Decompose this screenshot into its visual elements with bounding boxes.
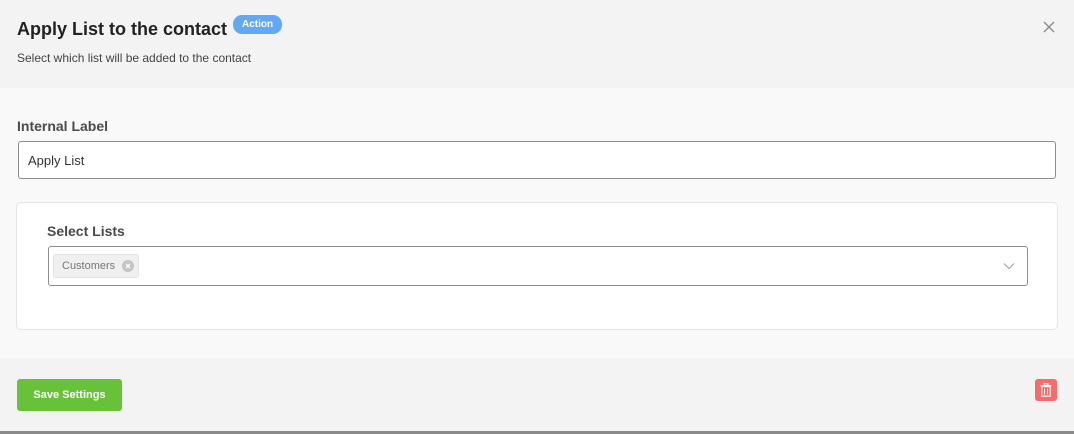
- tag-label: Customers: [62, 260, 116, 272]
- modal-footer: Save Settings: [0, 358, 1074, 431]
- modal-title: Apply List to the contact: [17, 19, 228, 39]
- action-badge: Action: [233, 15, 283, 34]
- chevron-down-icon[interactable]: [1003, 260, 1015, 272]
- select-lists-dropdown[interactable]: Customers: [48, 246, 1028, 286]
- selected-tag-customers: Customers: [53, 254, 140, 278]
- tag-remove-icon[interactable]: [122, 260, 135, 272]
- select-lists-panel: Select Lists Customers: [16, 202, 1058, 330]
- title-row: Apply List to the contact Action: [17, 15, 283, 43]
- internal-label-heading: Internal Label: [17, 118, 109, 134]
- modal-subtitle: Select which list will be added to the c…: [17, 51, 252, 65]
- select-lists-heading: Select Lists: [47, 223, 125, 239]
- trash-icon: [1040, 383, 1052, 397]
- delete-button[interactable]: [1035, 379, 1057, 401]
- internal-label-input[interactable]: [18, 141, 1056, 179]
- modal-header: Apply List to the contact Action Select …: [0, 0, 1074, 88]
- close-icon[interactable]: [1040, 18, 1058, 36]
- save-settings-button[interactable]: Save Settings: [17, 379, 122, 411]
